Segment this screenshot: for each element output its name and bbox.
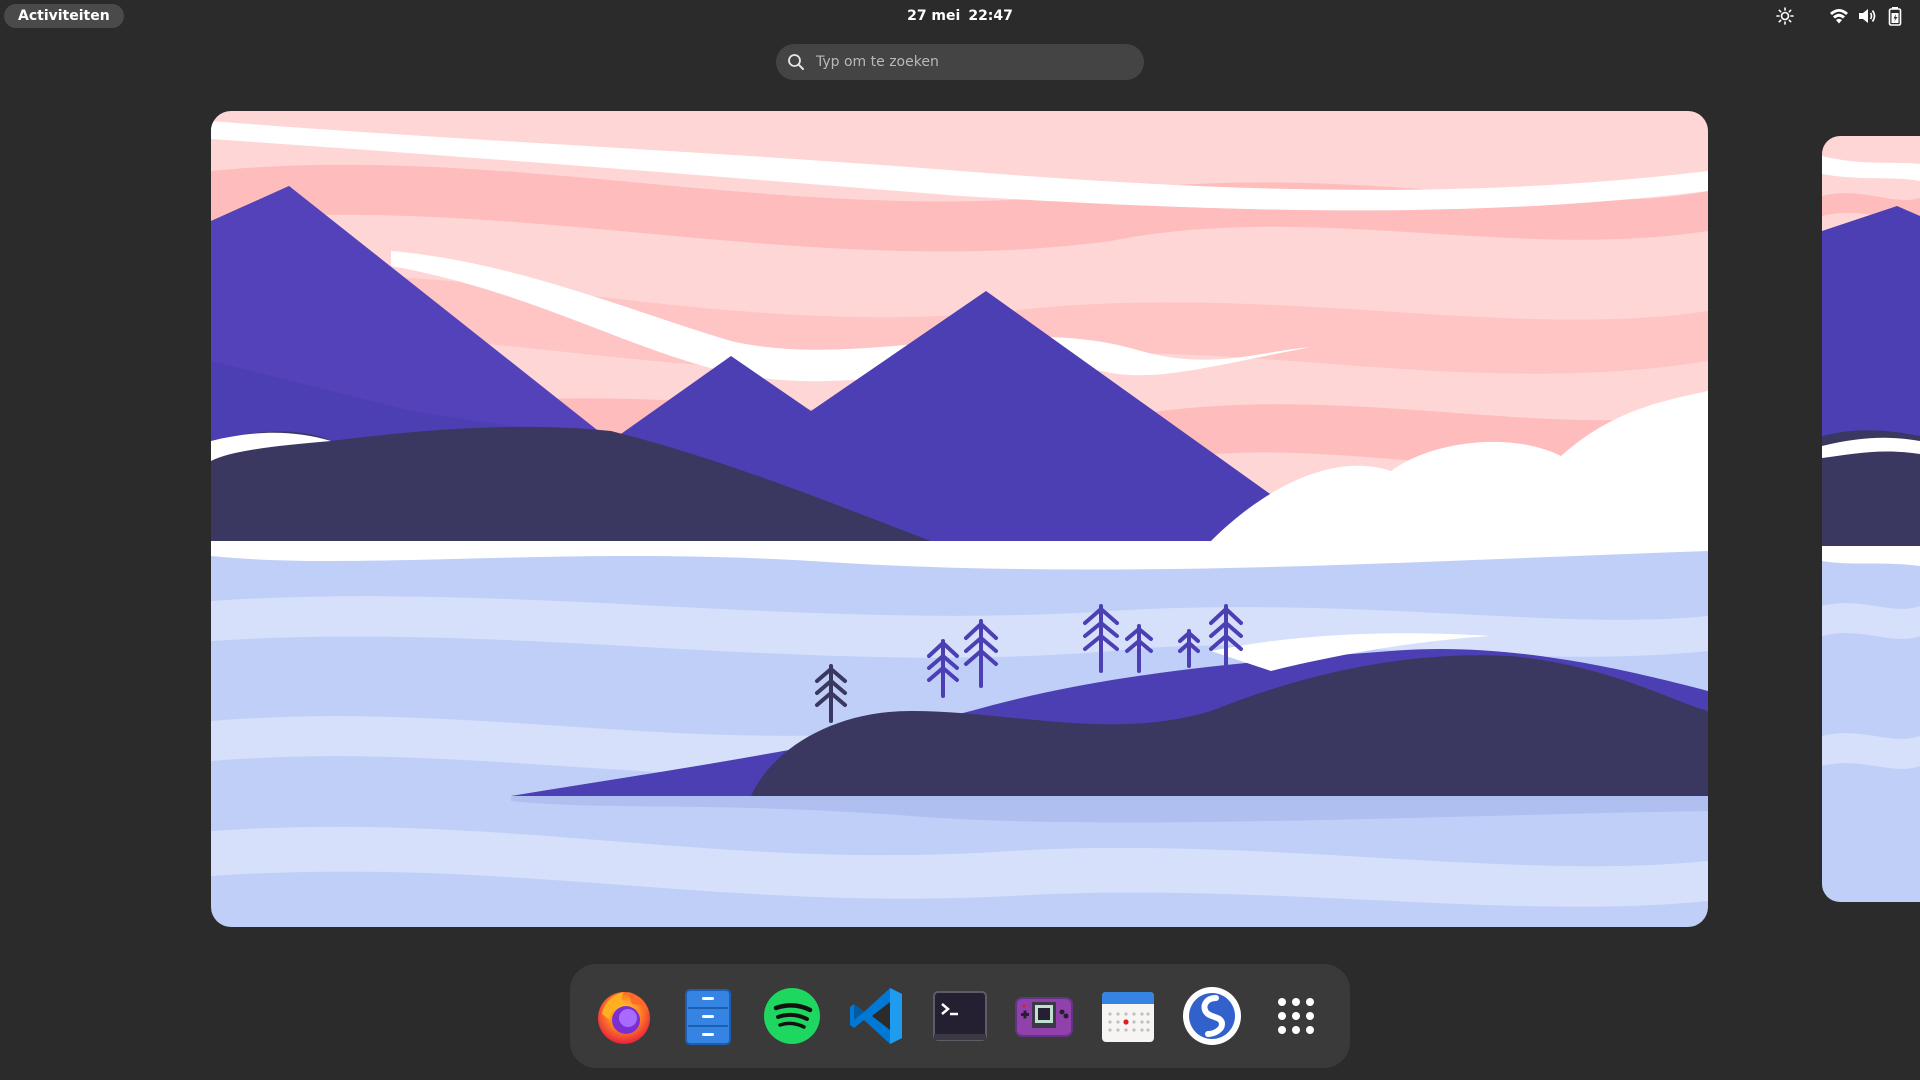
- gameboy-icon[interactable]: [1012, 984, 1076, 1048]
- terminal-icon[interactable]: [928, 984, 992, 1048]
- dash: [570, 964, 1350, 1068]
- simplenote-icon[interactable]: [1180, 984, 1244, 1048]
- brightness-icon[interactable]: [1774, 5, 1796, 27]
- clock-date: 27 mei: [907, 8, 961, 24]
- activities-button[interactable]: Activiteiten: [4, 4, 124, 28]
- workspace-thumbnail-current[interactable]: [211, 111, 1708, 927]
- search-icon: [786, 52, 806, 72]
- battery-icon[interactable]: [1884, 5, 1906, 27]
- firefox-icon[interactable]: [592, 984, 656, 1048]
- search-bar: [776, 44, 1144, 80]
- vscode-icon[interactable]: [844, 984, 908, 1048]
- wallpaper-next: [1822, 136, 1920, 902]
- workspace-thumbnail-next[interactable]: [1822, 136, 1920, 902]
- top-bar: Activiteiten 27 mei 22:47: [0, 0, 1920, 32]
- clock[interactable]: 27 mei 22:47: [860, 4, 1060, 28]
- wifi-icon[interactable]: [1828, 5, 1850, 27]
- app-grid-icon[interactable]: [1264, 984, 1328, 1048]
- search-input[interactable]: [816, 44, 1126, 80]
- clock-time: 22:47: [968, 8, 1013, 24]
- files-icon[interactable]: [676, 984, 740, 1048]
- calendar-icon[interactable]: [1096, 984, 1160, 1048]
- spotify-icon[interactable]: [760, 984, 824, 1048]
- wallpaper: [211, 111, 1708, 927]
- volume-icon[interactable]: [1856, 5, 1878, 27]
